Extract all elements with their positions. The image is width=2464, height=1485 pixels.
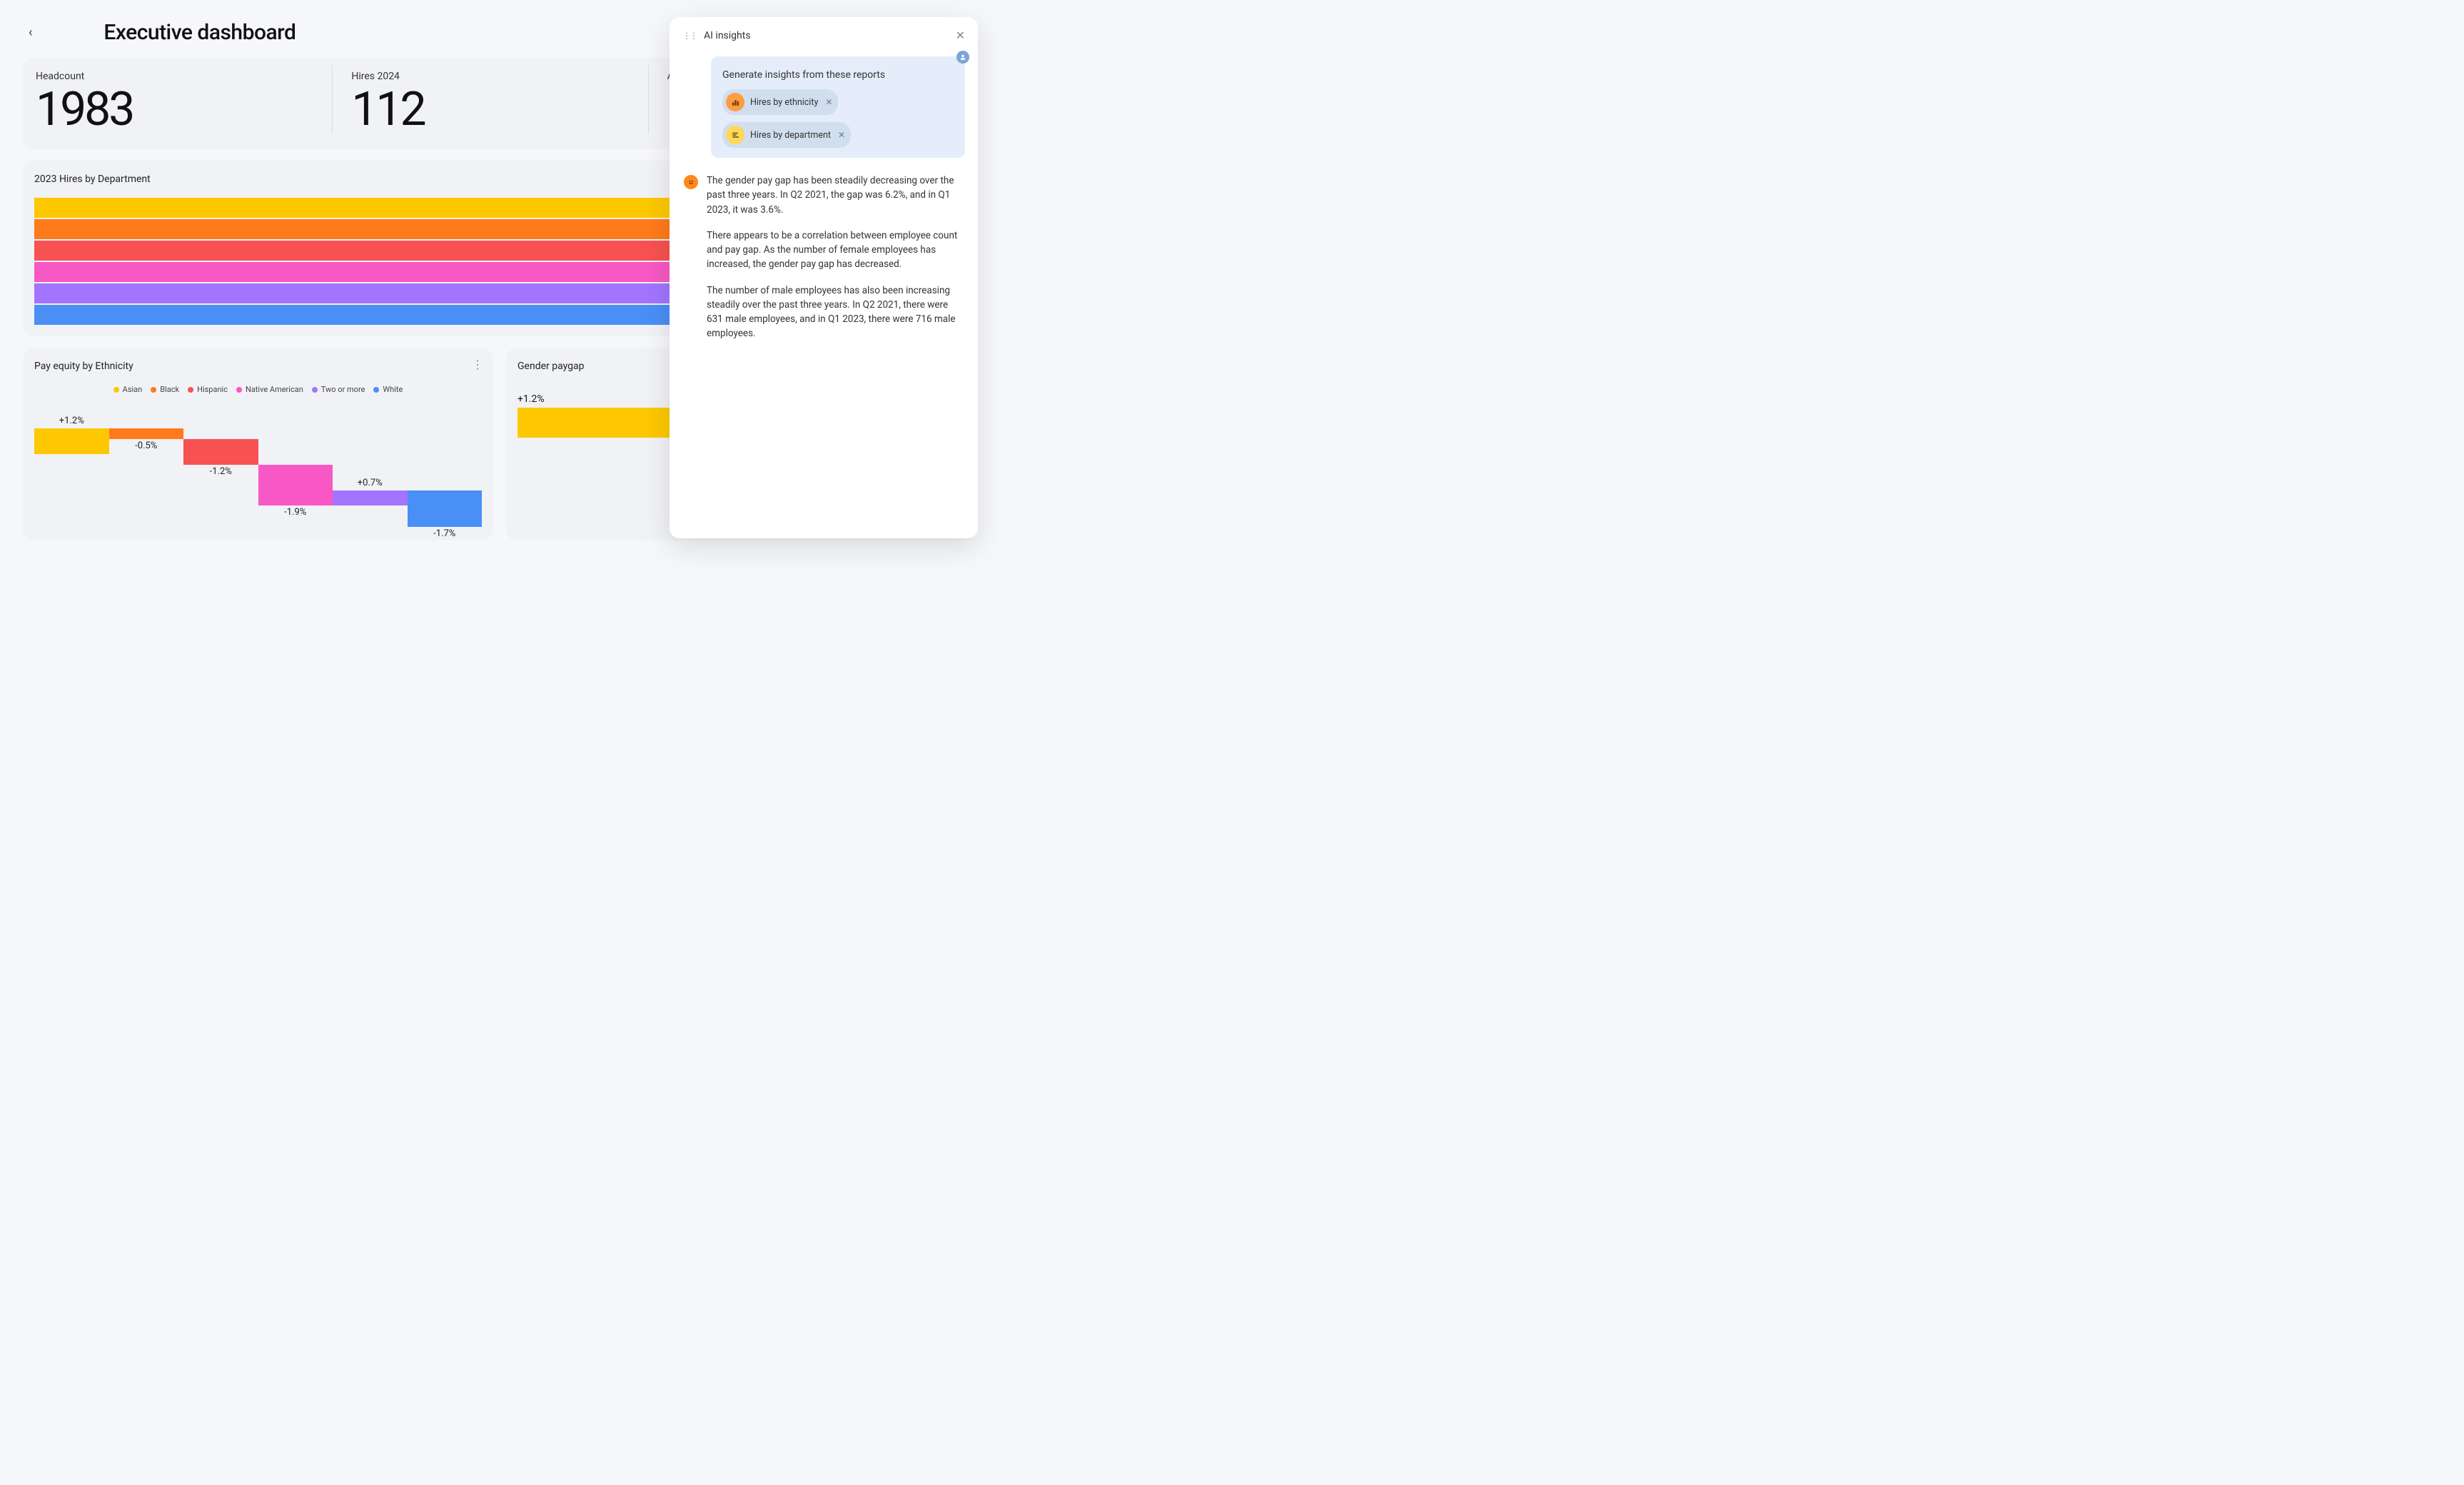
ai-paragraph: The number of male employees has also be… (707, 283, 964, 341)
legend-item: White (373, 385, 403, 394)
hbar-chart-icon (726, 126, 744, 144)
waterfall-column: -1.2% (183, 411, 258, 525)
page-title: Executive dashboard (103, 20, 296, 45)
kpi-value: 112 (351, 86, 636, 134)
legend-label: Hispanic (197, 385, 228, 394)
legend-label: Asian (123, 385, 143, 394)
kpi-hires: Hires 2024 112 (332, 65, 647, 134)
ai-panel-title: AI insights (704, 30, 949, 41)
waterfall-bar (183, 439, 258, 465)
bar-value-label: -0.5% (135, 441, 157, 451)
chip-remove-icon[interactable]: ✕ (838, 130, 845, 140)
ai-panel-header: ⋮⋮ AI insights ✕ (682, 29, 965, 42)
kpi-label: Headcount (36, 71, 320, 82)
prompt-text: Generate insights from these reports (722, 69, 954, 81)
more-icon[interactable]: ⋮ (472, 358, 483, 371)
waterfall-column: -1.9% (258, 411, 333, 525)
legend-item: Hispanic (188, 385, 228, 394)
pay-equity-card: Pay equity by Ethnicity ⋮ Asian Black Hisp… (23, 348, 493, 540)
back-icon[interactable]: ‹ (29, 25, 32, 40)
kpi-headcount: Headcount 1983 (36, 65, 332, 134)
waterfall-bar (408, 490, 483, 527)
legend-item: Native American (236, 385, 303, 394)
legend-label: White (383, 385, 403, 394)
waterfall-column: -1.7% (408, 411, 483, 525)
waterfall-bar (109, 428, 184, 439)
bar-value-label: +0.7% (358, 478, 383, 488)
legend-item: Asian (113, 385, 143, 394)
waterfall-chart: +1.2% -0.5% -1.2% -1.9% +0.7% -1.7% (34, 411, 482, 525)
waterfall-column: +0.7% (333, 411, 408, 525)
bar-value-label: +1.2% (59, 416, 84, 426)
bar-chart-icon (726, 93, 744, 111)
legend-label: Native American (246, 385, 303, 394)
legend-dot-icon (373, 387, 379, 393)
legend-item: Two or more (312, 385, 365, 394)
report-chip[interactable]: Hires by ethnicity ✕ (722, 89, 838, 115)
close-icon[interactable]: ✕ (956, 29, 965, 42)
waterfall-bar (333, 490, 408, 505)
legend-label: Two or more (321, 385, 365, 394)
user-prompt-bubble: Generate insights from these reports Hir… (711, 56, 965, 158)
bar-value-label: +1.2% (517, 393, 545, 405)
kpi-value: 1983 (36, 86, 320, 134)
kpi-label: Hires 2024 (351, 71, 636, 82)
chip-remove-icon[interactable]: ✕ (825, 97, 832, 107)
legend-dot-icon (188, 387, 193, 393)
chart-title: Pay equity by Ethnicity (34, 361, 482, 372)
waterfall-bar (258, 465, 333, 505)
report-chips: Hires by ethnicity ✕ Hires by department ✕ (722, 89, 954, 148)
waterfall-column: +1.2% (34, 411, 109, 525)
waterfall-bar (34, 428, 109, 454)
drag-handle-icon[interactable]: ⋮⋮ (682, 31, 697, 41)
bar-value-label: -1.2% (210, 466, 232, 477)
legend-label: Black (160, 385, 179, 394)
user-avatar-icon (956, 51, 969, 64)
legend-dot-icon (312, 387, 318, 393)
chip-label: Hires by department (750, 130, 831, 141)
chip-label: Hires by ethnicity (750, 97, 818, 108)
bar-value-label: -1.7% (433, 528, 455, 539)
hbar (34, 283, 779, 303)
ai-paragraph: The gender pay gap has been steadily dec… (707, 173, 964, 217)
legend-dot-icon (113, 387, 119, 393)
ai-avatar-icon (684, 175, 698, 189)
ai-insights-panel: ⋮⋮ AI insights ✕ Generate insights from … (670, 17, 978, 538)
waterfall-column: -0.5% (109, 411, 184, 525)
ai-response: The gender pay gap has been steadily dec… (682, 173, 965, 353)
legend-dot-icon (151, 387, 156, 393)
bar-value-label: -1.9% (284, 507, 306, 518)
legend-item: Black (151, 385, 179, 394)
legend-dot-icon (236, 387, 242, 393)
chart-legend: Asian Black Hispanic Native American Two or … (34, 385, 482, 394)
ai-paragraph: There appears to be a correlation betwee… (707, 228, 964, 272)
ai-response-text: The gender pay gap has been steadily dec… (707, 173, 964, 353)
report-chip[interactable]: Hires by department ✕ (722, 122, 851, 148)
